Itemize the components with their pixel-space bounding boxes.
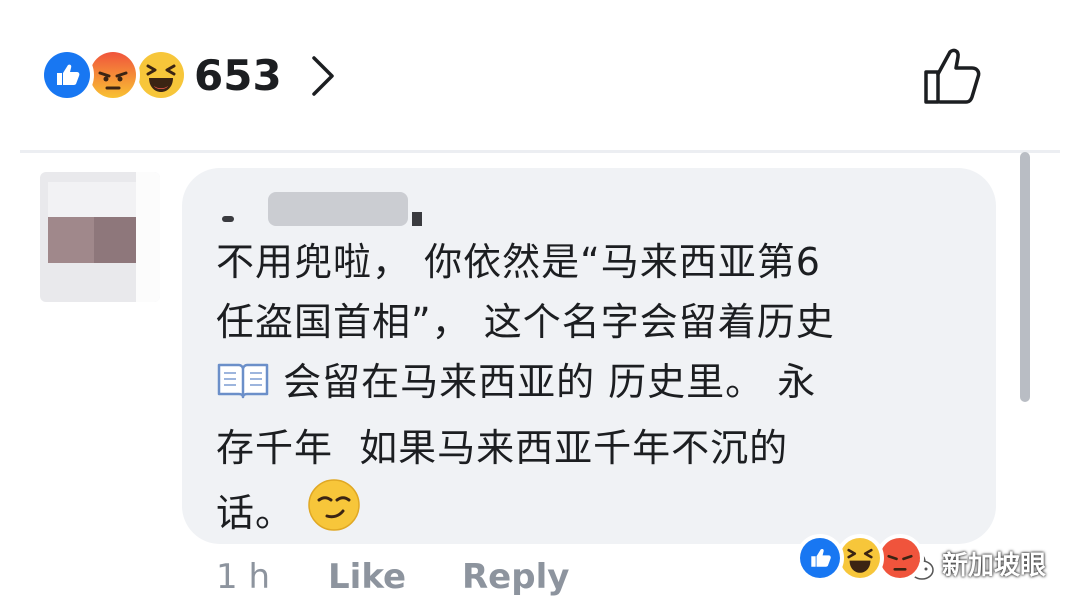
reaction-icons[interactable] [40,48,190,104]
avatar-pixel [48,182,136,217]
scrollbar[interactable] [1020,152,1030,402]
comment-line: 不用兜啦， 你依然是“马来西亚第6 [216,240,821,284]
reply-button[interactable]: Reply [462,552,569,602]
watermark-text: 新加坡眼 [942,551,1047,581]
redaction-mark [268,192,408,226]
chevron-right-icon[interactable] [308,54,338,98]
angry-reaction-icon [86,48,140,102]
avatar-pixel [48,217,94,263]
comment-bubble: 不用兜啦， 你依然是“马来西亚第6 任盗国首相”， 这个名字会留着历史 会留在马… [182,168,996,544]
smirk-emoji-icon [307,478,361,549]
avatar[interactable] [40,172,160,302]
avatar-pixel [94,217,136,263]
reaction-count[interactable]: 653 [194,48,282,104]
haha-reaction-icon [134,48,188,102]
reaction-summary-bar: 653 [40,40,1040,110]
thumbs-up-outline-icon[interactable] [920,44,986,110]
author-name-redacted[interactable] [222,182,422,226]
comment-line: 会留在马来西亚的 历史里。 永 [283,360,817,404]
like-reaction-icon [796,534,844,582]
like-reaction-icon [40,48,94,102]
comment-timestamp[interactable]: 1 h [216,552,270,602]
redaction-mark [412,212,422,226]
like-button[interactable]: Like [328,552,406,602]
avatar-pixel [136,172,160,302]
divider [20,150,1060,153]
comment-line: 存千年 如果马来西亚千年不沉的 [216,426,789,470]
comment-line: 话。 [216,491,295,535]
comment-text: 不用兜啦， 你依然是“马来西亚第6 任盗国首相”， 这个名字会留着历史 会留在马… [216,232,976,549]
open-book-icon [216,358,270,418]
comment-line: 任盗国首相”， 这个名字会留着历史 [216,300,835,344]
redaction-mark [222,216,234,222]
